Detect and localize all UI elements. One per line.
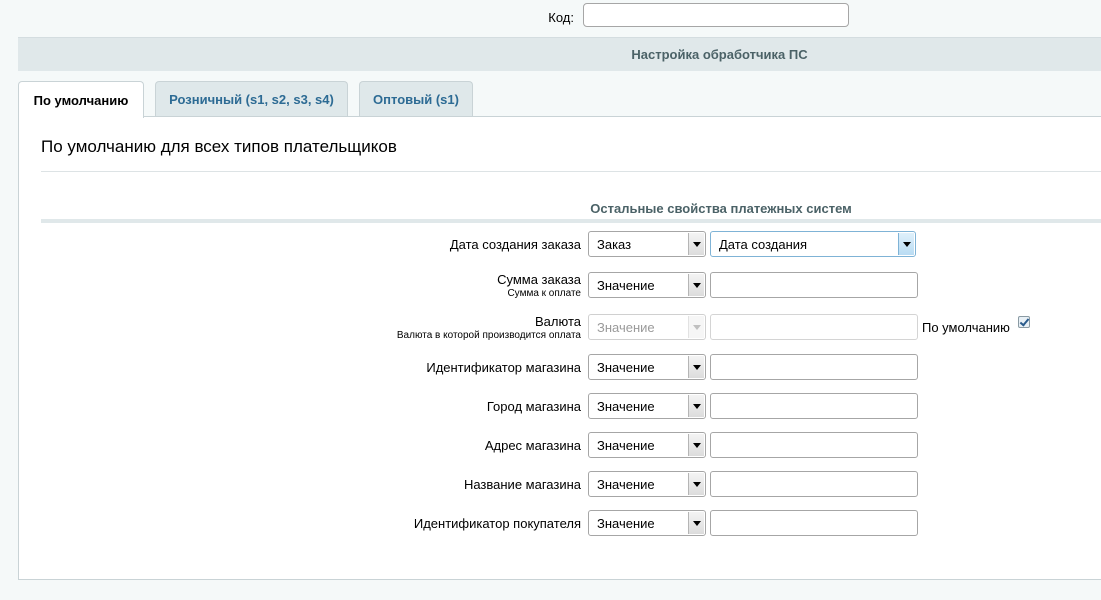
field-label: Город магазина [487,399,581,414]
divider [41,219,1101,223]
panel-heading: По умолчанию для всех типов плательщиков [41,137,397,156]
select-value: Значение [597,320,655,335]
chevron-down-icon [688,316,704,338]
tab-retail[interactable]: Розничный (s1, s2, s3, s4) [155,81,348,117]
tab-panel: По умолчанию для всех типов плательщиков… [18,116,1101,580]
field-row-order-date: Дата создания заказа Заказ Дата создания [19,231,1101,259]
field-row-shop-name: Название магазина Значение [19,471,1101,499]
tab-label: Оптовый (s1) [373,92,459,107]
select-value: Дата создания [719,237,808,252]
field-label-main: Дата создания заказа [449,237,581,252]
code-label: Код: [548,10,574,25]
type-select[interactable]: Значение [588,354,706,380]
chevron-down-icon [688,512,704,534]
divider [41,171,1101,172]
chevron-down-icon [898,233,914,255]
code-row: Код: [0,3,1101,31]
field-label-main: Сумма заказа [497,272,581,287]
chevron-down-icon [688,233,704,255]
field-row-shop-address: Адрес магазина Значение [19,432,1101,460]
value-input[interactable] [710,393,918,419]
section-title: Настройка обработчика ПС [631,47,808,62]
field-row-customer-id: Идентификатор покупателя Значение [19,510,1101,538]
field-label-main: Идентификатор магазина [426,360,581,375]
value-select[interactable]: Дата создания [710,231,916,257]
value-input[interactable] [710,432,918,458]
chevron-down-icon [688,395,704,417]
value-input[interactable] [710,471,918,497]
field-label: Название магазина [464,477,581,492]
value-input[interactable] [710,272,918,298]
type-select[interactable]: Значение [588,272,706,298]
tab-label: По умолчанию [33,92,129,108]
type-select[interactable]: Значение [588,510,706,536]
field-label: Адрес магазина [485,438,581,453]
field-row-currency: Валюта Валюта в которой производится опл… [19,314,1101,342]
tab-default[interactable]: По умолчанию [18,81,144,118]
select-value: Значение [597,399,655,414]
tab-label: Розничный (s1, s2, s3, s4) [169,92,334,107]
value-input [710,314,918,340]
field-label: Сумма заказа Сумма к оплате [497,272,581,299]
select-value: Значение [597,360,655,375]
type-select[interactable]: Значение [588,432,706,458]
code-input[interactable] [583,3,849,27]
field-label-sub: Сумма к оплате [507,288,581,299]
default-label: По умолчанию [922,320,1010,335]
select-value: Значение [597,516,655,531]
chevron-down-icon [688,473,704,495]
type-select: Значение [588,314,706,340]
field-label: Идентификатор магазина [426,360,581,375]
field-label: Валюта Валюта в которой производится опл… [397,314,581,341]
chevron-down-icon [688,356,704,378]
field-label-main: Идентификатор покупателя [413,516,581,531]
field-label: Дата создания заказа [450,237,581,252]
value-input[interactable] [710,510,918,536]
field-row-order-sum: Сумма заказа Сумма к оплате Значение [19,272,1101,300]
type-select[interactable]: Значение [588,393,706,419]
field-label: Идентификатор покупателя [414,516,581,531]
chevron-down-icon [688,434,704,456]
field-label-main: Название магазина [463,477,581,492]
default-checkbox[interactable] [1018,316,1030,328]
select-value: Заказ [597,237,632,252]
select-value: Значение [597,438,655,453]
section-header: Настройка обработчика ПС [18,37,1101,71]
chevron-down-icon [688,274,704,296]
tab-wholesale[interactable]: Оптовый (s1) [359,81,473,117]
props-heading: Остальные свойства платежных систем [590,201,852,216]
field-label-main: Валюта [535,314,581,329]
field-row-shop-id: Идентификатор магазина Значение [19,354,1101,382]
select-value: Значение [597,477,655,492]
type-select[interactable]: Заказ [588,231,706,257]
field-label-sub: Валюта в которой производится оплата [396,330,581,341]
type-select[interactable]: Значение [588,471,706,497]
field-row-shop-city: Город магазина Значение [19,393,1101,421]
value-input[interactable] [710,354,918,380]
field-label-main: Адрес магазина [484,438,581,453]
select-value: Значение [597,278,655,293]
field-label-main: Город магазина [486,399,581,414]
